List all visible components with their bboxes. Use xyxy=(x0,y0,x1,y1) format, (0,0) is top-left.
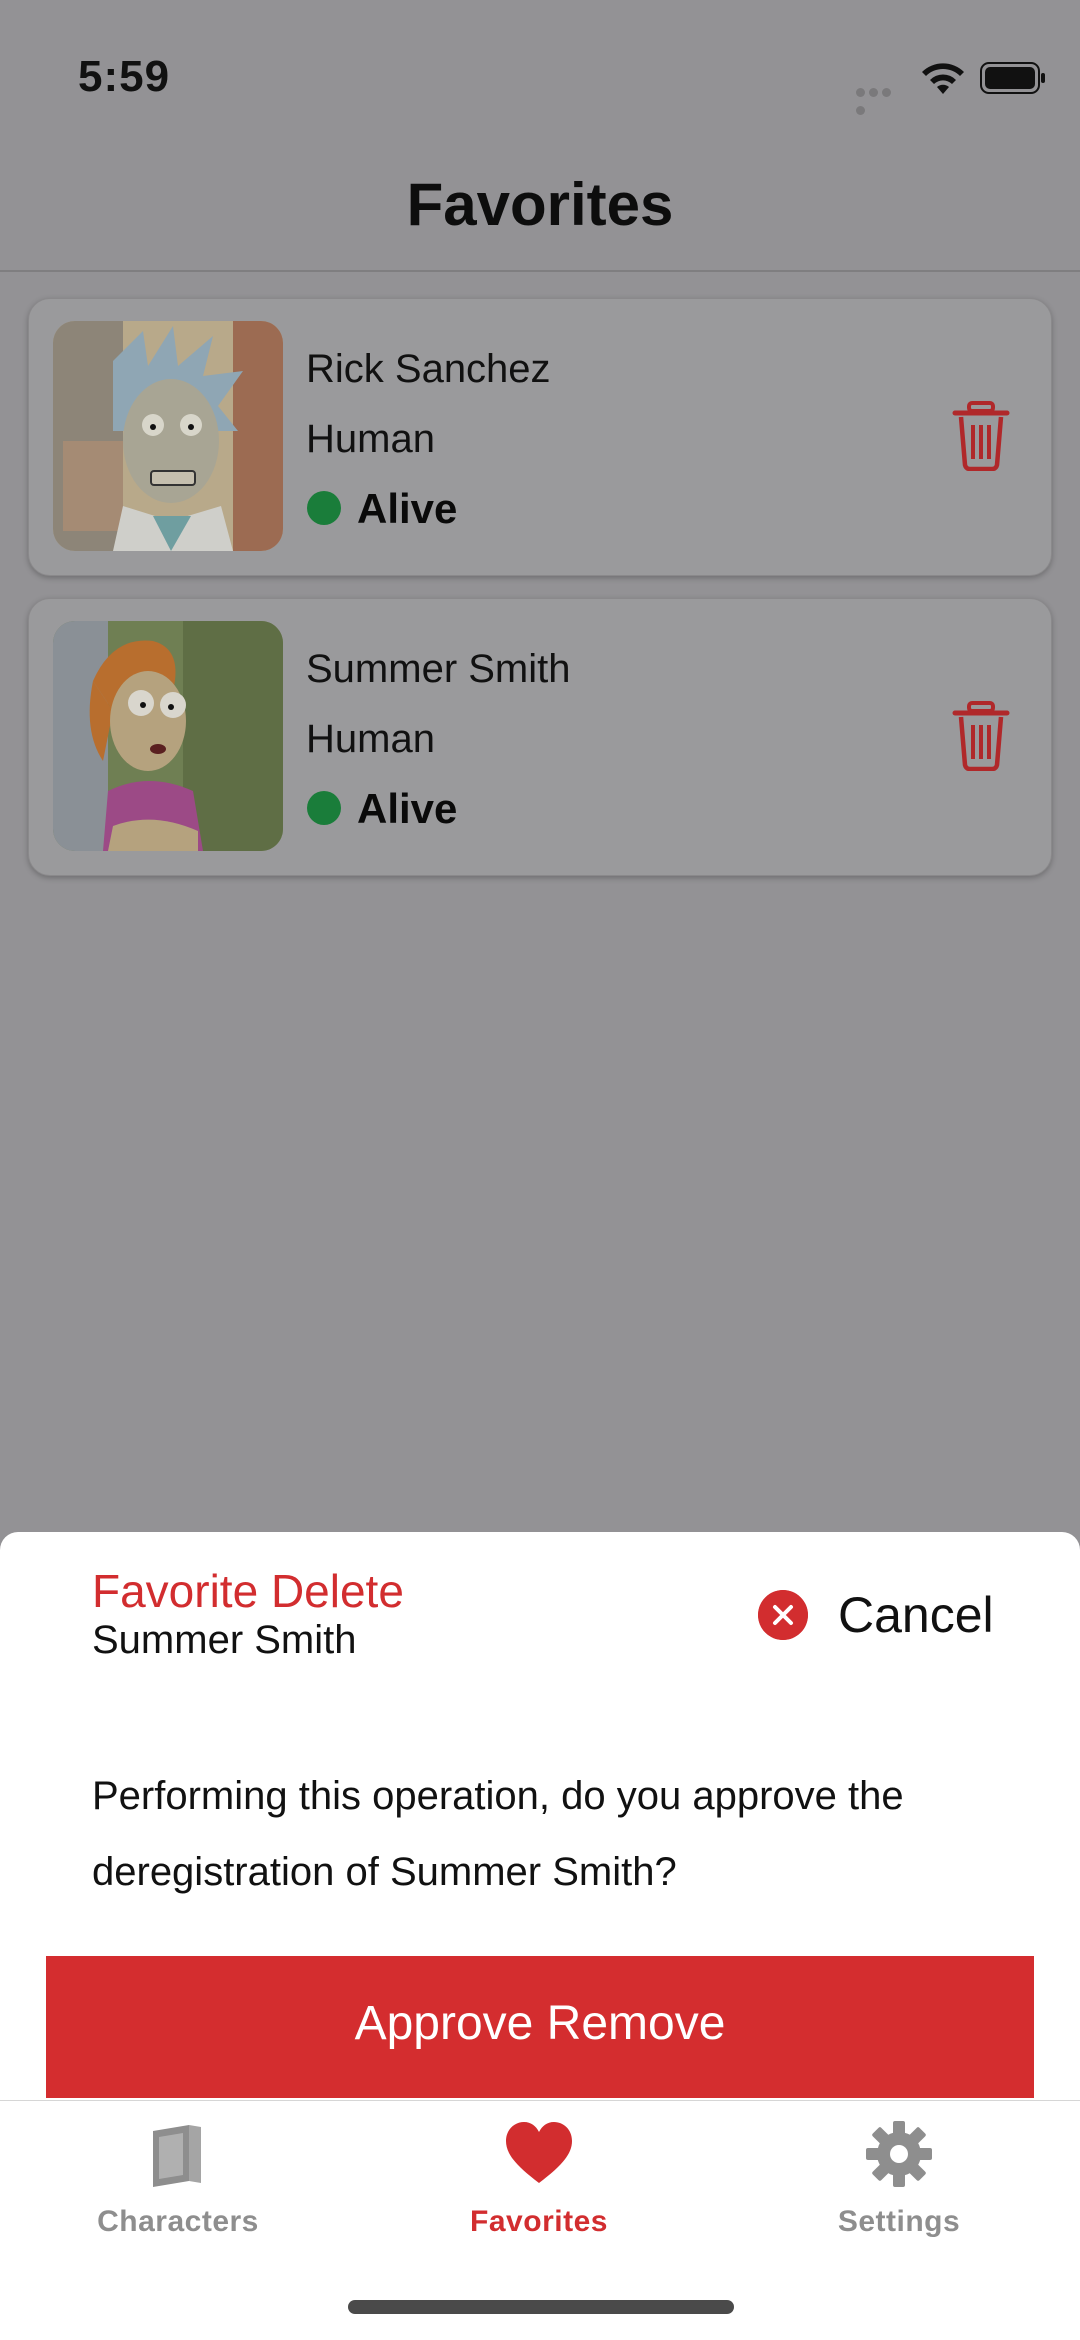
character-species: Human xyxy=(306,717,435,761)
approve-remove-button[interactable]: Approve Remove xyxy=(46,1956,1034,2098)
gear-icon xyxy=(866,2121,932,2187)
rick-avatar xyxy=(53,321,283,551)
character-species: Human xyxy=(306,417,435,461)
cancel-label: Cancel xyxy=(838,1587,994,1643)
wifi-icon xyxy=(922,63,964,94)
character-status: Alive xyxy=(357,485,458,532)
tab-label: Favorites xyxy=(470,2205,608,2238)
status-bar: 5:59 xyxy=(0,0,1080,150)
delete-favorite-button[interactable] xyxy=(949,401,1013,471)
page-title: Favorites xyxy=(406,171,674,238)
battery-icon xyxy=(980,62,1045,94)
character-name: Rick Sanchez xyxy=(306,347,551,391)
summer-avatar xyxy=(53,621,283,851)
favorites-screen: 5:59 Favorites Rick Sanchez Human Alive … xyxy=(0,0,1080,2340)
cancel-button[interactable]: Cancel xyxy=(758,1586,1008,1646)
character-name: Summer Smith xyxy=(306,647,571,691)
status-indicator xyxy=(307,791,341,825)
favorite-card[interactable]: Summer Smith Human Alive xyxy=(28,598,1052,876)
close-icon xyxy=(758,1590,808,1640)
sheet-title: Favorite Delete xyxy=(92,1565,404,1617)
delete-favorite-button[interactable] xyxy=(949,701,1013,771)
tab-favorites[interactable]: Favorites xyxy=(389,2101,689,2261)
sheet-subtitle: Summer Smith xyxy=(92,1618,357,1662)
status-time: 5:59 xyxy=(78,52,171,101)
confirmation-message: Performing this operation, do you approv… xyxy=(92,1774,904,1894)
tab-settings[interactable]: Settings xyxy=(749,2101,1049,2261)
heart-icon xyxy=(506,2122,572,2183)
home-indicator[interactable] xyxy=(348,2300,734,2314)
cellular-signal-icon xyxy=(856,84,906,115)
character-status: Alive xyxy=(357,785,458,832)
tab-label: Characters xyxy=(97,2205,259,2238)
status-indicator xyxy=(307,491,341,525)
navigation-bar: Favorites xyxy=(0,150,1080,272)
book-icon xyxy=(153,2125,201,2187)
tab-characters[interactable]: Characters xyxy=(28,2101,328,2261)
tab-label: Settings xyxy=(837,2205,961,2238)
favorite-card[interactable]: Rick Sanchez Human Alive xyxy=(28,298,1052,576)
